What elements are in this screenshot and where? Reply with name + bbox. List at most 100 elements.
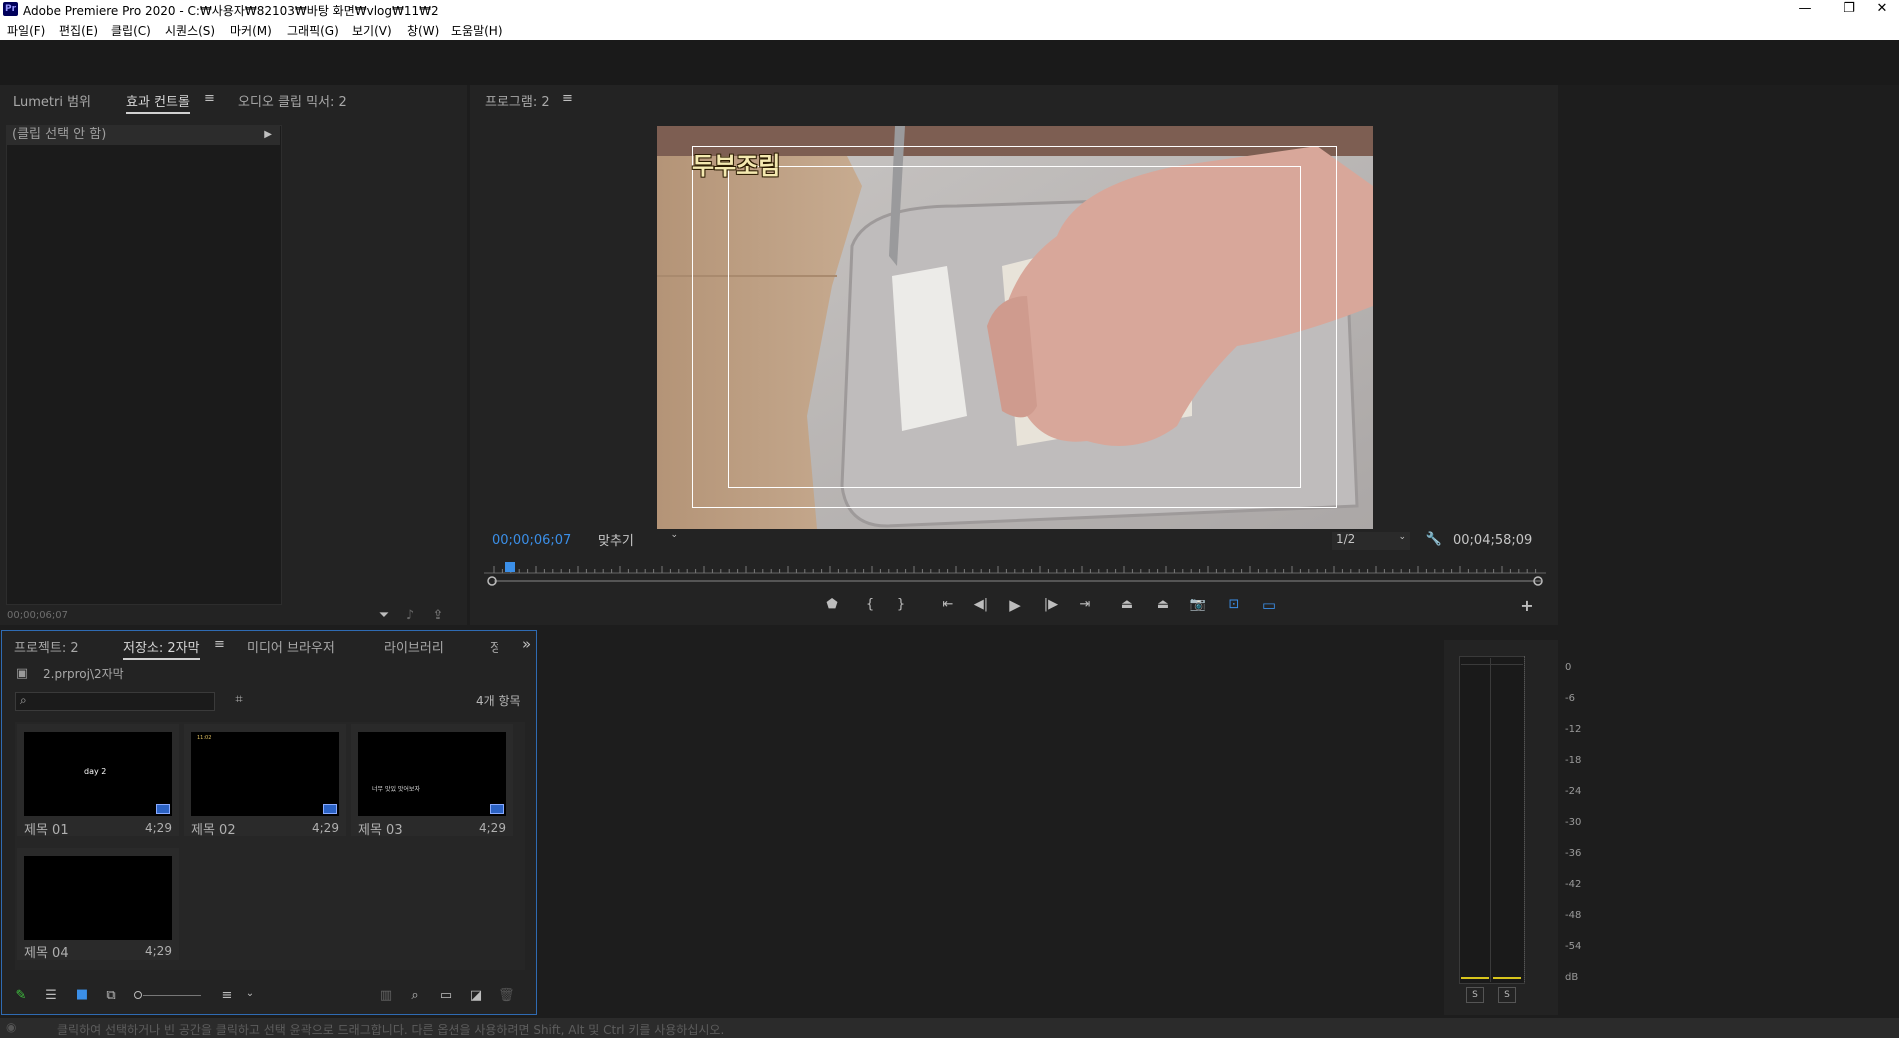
search-field[interactable] <box>36 693 210 710</box>
resolution-value: 1/2 <box>1336 532 1356 546</box>
mark-in-icon[interactable]: { <box>862 597 878 612</box>
safe-margins-icon[interactable]: ▭ <box>1259 596 1279 614</box>
item-count: 4개 항목 <box>476 694 521 708</box>
list-item[interactable]: 제목 04 4;29 <box>17 848 179 961</box>
graphic-badge-icon <box>490 804 504 814</box>
new-bin-icon[interactable]: ▭ <box>437 988 455 1003</box>
resolution-select[interactable]: 1/2 ⌄ <box>1332 532 1410 550</box>
tab-lumetri-scopes[interactable]: Lumetri 범위 <box>13 91 91 110</box>
time-ruler[interactable] <box>484 560 1546 590</box>
thumbnail: day 2 <box>24 732 172 816</box>
current-timecode[interactable]: 00;00;06;07 <box>492 533 571 548</box>
list-item[interactable]: 너무 맛있 맛어보자 제목 03 4;29 <box>351 724 513 838</box>
search-icon: ⌕ <box>20 693 27 707</box>
meter-label: -30 <box>1565 817 1582 828</box>
menu-sequence[interactable]: 시퀀스(S) <box>165 22 215 39</box>
item-name[interactable]: 제목 01 <box>24 819 69 838</box>
solo-left-button[interactable]: S <box>1466 987 1484 1003</box>
item-name[interactable]: 제목 02 <box>191 819 236 838</box>
tab-media-browser[interactable]: 미디어 브라우저 <box>247 637 335 656</box>
comparison-view-icon[interactable]: ⊡ <box>1224 597 1244 612</box>
panel-menu-icon[interactable]: ≡ <box>204 91 215 106</box>
chevron-down-icon: ⌄ <box>1398 532 1406 542</box>
title-overlay-text[interactable]: 두부조림 <box>692 146 780 181</box>
menu-file[interactable]: 파일(F) <box>7 22 45 39</box>
clip-status-text: (클립 선택 안 함) <box>12 127 107 142</box>
workspace-header <box>0 40 1899 85</box>
step-forward-icon[interactable]: |▶ <box>1042 597 1060 612</box>
meter-label: -24 <box>1565 786 1582 797</box>
item-name[interactable]: 제목 03 <box>358 819 403 838</box>
zoom-slider[interactable] <box>134 991 202 1000</box>
slider-handle[interactable] <box>134 991 142 999</box>
item-name[interactable]: 제목 04 <box>24 942 69 961</box>
menu-window[interactable]: 창(W) <box>407 22 439 39</box>
menu-marker[interactable]: 마커(M) <box>230 22 272 39</box>
trash-icon: 🗑 <box>498 988 515 1003</box>
extract-icon[interactable]: ⏏ <box>1153 597 1173 612</box>
tab-libraries[interactable]: 라이브러리 <box>384 637 444 656</box>
step-back-icon[interactable]: ◀| <box>972 597 990 612</box>
wrench-icon[interactable]: 🔧 <box>1425 532 1443 547</box>
menu-view[interactable]: 보기(V) <box>352 22 392 39</box>
meter-label: dB <box>1565 972 1579 983</box>
go-to-out-icon[interactable]: ⇥ <box>1075 597 1095 612</box>
tab-truncated[interactable]: 정 <box>490 637 498 656</box>
new-item-icon[interactable]: ◪ <box>468 988 484 1003</box>
tab-program-monitor[interactable]: 프로그램: 2 <box>485 91 550 110</box>
item-duration: 4;29 <box>145 944 172 958</box>
meter-label: -12 <box>1565 724 1582 735</box>
menu-help[interactable]: 도움말(H) <box>451 22 503 39</box>
sort-icon[interactable]: ≡ <box>219 988 235 1003</box>
expand-arrow-icon[interactable]: ▶ <box>264 125 272 145</box>
thumb-text: day 2 <box>84 767 107 776</box>
zoom-fit-select[interactable]: 맞추기 ⌄ <box>598 530 678 550</box>
export-icon[interactable]: ⇪ <box>430 608 446 623</box>
find-search-icon[interactable]: ⌕ <box>407 988 423 1003</box>
meter-label: -54 <box>1565 941 1582 952</box>
solo-right-button[interactable]: S <box>1498 987 1516 1003</box>
bin-folder-icon[interactable]: ▣ <box>13 666 31 681</box>
export-frame-camera-icon[interactable]: 📷 <box>1189 597 1207 612</box>
menu-edit[interactable]: 편집(E) <box>59 22 98 39</box>
icon-view-icon[interactable]: ■ <box>74 987 90 1002</box>
video-frame[interactable]: 두부조림 <box>657 126 1373 529</box>
minimize-button[interactable]: — <box>1783 0 1827 19</box>
close-button[interactable]: ✕ <box>1860 0 1899 19</box>
go-to-in-icon[interactable]: ⇤ <box>938 597 958 612</box>
meter-label: -18 <box>1565 755 1582 766</box>
filter-icon[interactable]: ⏷ <box>376 608 392 623</box>
find-icon[interactable]: ⌗ <box>230 692 248 707</box>
title-safe-margin <box>728 166 1301 488</box>
bin-menu-icon[interactable]: ≡ <box>214 637 225 652</box>
tab-bin[interactable]: 저장소: 2자막 <box>123 637 200 660</box>
search-input[interactable]: ⌕ <box>15 692 215 711</box>
playhead[interactable] <box>505 562 515 572</box>
meter-level-left <box>1461 977 1489 979</box>
status-bar: ◉ 클릭하여 선택하거나 빈 공간을 클릭하고 선택 윤곽으로 드래그합니다. … <box>0 1018 1899 1038</box>
menu-graphics[interactable]: 그래픽(G) <box>287 22 339 39</box>
program-menu-icon[interactable]: ≡ <box>562 91 573 106</box>
list-item[interactable]: day 2 제목 01 4;29 <box>17 724 179 838</box>
item-duration: 4;29 <box>145 821 172 835</box>
freeform-view-icon[interactable]: ⧉ <box>102 988 120 1003</box>
add-marker-icon[interactable]: ⬟ <box>824 597 840 612</box>
thumbnail: 11:02 <box>191 732 339 816</box>
chevron-down-icon[interactable]: ⌄ <box>244 988 256 999</box>
graphic-badge-icon <box>156 804 170 814</box>
add-button-icon[interactable]: + <box>1518 596 1536 615</box>
overflow-icon[interactable]: » <box>522 635 531 653</box>
tab-audio-clip-mixer[interactable]: 오디오 클립 믹서: 2 <box>238 91 347 110</box>
list-view-icon[interactable]: ☰ <box>43 988 59 1003</box>
lift-icon[interactable]: ⏏ <box>1117 597 1137 612</box>
menu-clip[interactable]: 클립(C) <box>111 22 151 39</box>
meter-label: -42 <box>1565 879 1582 890</box>
thumbnail <box>24 856 172 940</box>
pencil-icon[interactable]: ✎ <box>13 988 29 1003</box>
list-item[interactable]: 11:02 제목 02 4;29 <box>184 724 346 838</box>
tab-effect-controls[interactable]: 효과 컨트롤 <box>126 91 190 114</box>
play-icon[interactable]: ▶ <box>1006 596 1024 614</box>
item-duration: 4;29 <box>312 821 339 835</box>
mark-out-icon[interactable]: } <box>893 597 909 612</box>
tab-project[interactable]: 프로젝트: 2 <box>14 637 79 656</box>
